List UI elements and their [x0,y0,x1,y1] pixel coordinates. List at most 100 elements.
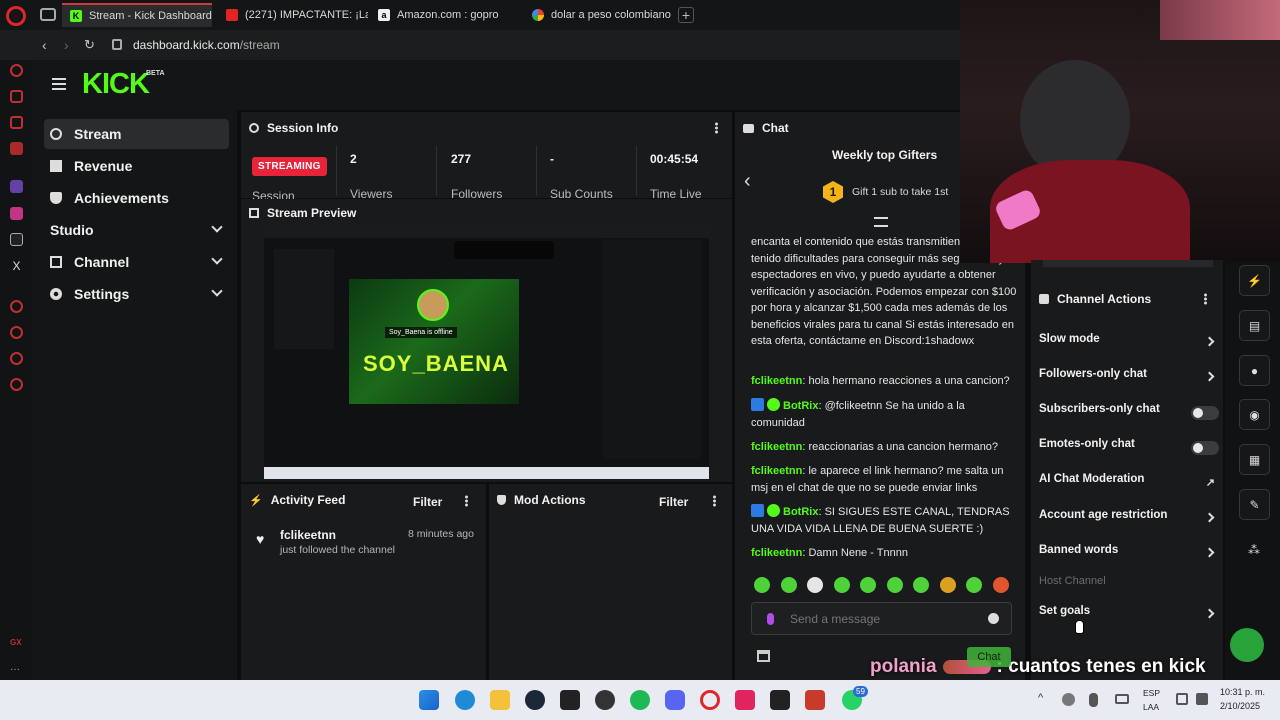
volume-icon[interactable] [1196,693,1208,705]
nav-item-channel[interactable]: Channel [44,247,229,277]
instagram-icon[interactable] [10,207,23,220]
app-icon[interactable] [10,142,23,155]
forward-icon[interactable]: › [64,37,69,53]
obs-icon[interactable] [595,690,615,710]
player-icon[interactable] [10,300,23,313]
quick-action-lightning-icon[interactable]: ⚡ [1239,265,1270,296]
x-icon[interactable]: X [10,260,23,273]
more-options-icon[interactable] [715,122,718,134]
settings-icon[interactable] [10,378,23,391]
extensions-icon[interactable] [10,352,23,365]
emote-icon[interactable] [754,577,770,593]
file-explorer-icon[interactable] [490,690,510,710]
activity-filter-button[interactable]: Filter [413,495,442,509]
aria-icon[interactable] [10,64,23,77]
clock-date[interactable]: 2/10/2025 [1220,701,1260,711]
emote-icon[interactable] [940,577,956,593]
mod-filter-button[interactable]: Filter [659,495,688,509]
emote-icon[interactable] [781,577,797,593]
preview-controls[interactable] [454,241,554,259]
help-bubble-icon[interactable] [1230,628,1264,662]
reload-icon[interactable]: ↻ [84,37,95,53]
chat-username[interactable]: BotRix [783,400,818,412]
new-tab-button[interactable]: + [678,7,694,23]
tray-app-icon[interactable] [1062,693,1075,706]
emoji-picker-icon[interactable] [988,613,999,624]
opera-logo-icon[interactable] [6,6,26,26]
wrench-icon[interactable]: ✎ [1239,489,1270,520]
more-options-icon[interactable] [713,495,716,507]
notes-icon[interactable]: ▤ [1239,310,1270,341]
emotes-only-toggle[interactable] [1191,441,1219,455]
url-field[interactable]: dashboard.kick.com/stream [133,38,280,52]
start-icon[interactable] [419,690,439,710]
more-options-icon[interactable] [465,495,468,507]
discord-icon[interactable] [665,690,685,710]
microphone-icon[interactable] [767,613,774,625]
twitch-icon[interactable] [10,180,23,193]
epic-games-icon[interactable] [560,690,580,710]
chat-username[interactable]: fclikeetnn [751,441,802,453]
emote-icon[interactable] [966,577,982,593]
app-icon[interactable] [805,690,825,710]
app-icon[interactable] [10,90,23,103]
more-options-icon[interactable] [1204,293,1207,305]
nav-item-studio[interactable]: Studio [44,215,229,245]
opera-gx-icon[interactable] [700,690,720,710]
tab-menu-icon[interactable] [40,8,56,21]
microphone-tray-icon[interactable] [1089,693,1098,707]
emote-icon[interactable] [993,577,1009,593]
emote-icon[interactable] [860,577,876,593]
network-icon[interactable] [1176,693,1188,705]
region-code[interactable]: LAA [1143,702,1159,712]
clock-time[interactable]: 10:31 p. m. [1220,687,1265,697]
chat-username[interactable]: fclikeetnn [751,375,802,387]
gx-icon[interactable]: GX [10,638,23,651]
action-ai-moderation[interactable]: AI Chat Moderation ↗ [1039,473,1219,493]
chat-input-box[interactable] [751,602,1012,635]
action-set-goals[interactable]: Set goals [1039,605,1219,625]
layout-icon[interactable]: ▦ [1239,444,1270,475]
gifter-cta[interactable]: Gift 1 sub to take 1st [852,186,948,198]
stream-preview-video[interactable]: Soy_Baena is offline SOY_BAENA [264,229,709,479]
share-icon[interactable]: ⁂ [1248,543,1260,557]
pinned-toggle-icon[interactable] [874,217,888,227]
steam-icon[interactable] [525,690,545,710]
capcut-icon[interactable] [770,690,790,710]
chat-input[interactable] [790,610,980,628]
emote-icon[interactable] [834,577,850,593]
app-icon[interactable] [10,116,23,129]
tray-chevron-icon[interactable]: ^ [1038,692,1043,704]
chat-send-button[interactable]: Chat [967,647,1011,667]
tiktok-live-icon[interactable] [735,690,755,710]
emote-icon[interactable] [887,577,903,593]
action-account-age[interactable]: Account age restriction [1039,509,1219,529]
spotify-icon[interactable] [630,690,650,710]
hamburger-menu-icon[interactable] [52,78,66,90]
language-code[interactable]: ESP [1143,688,1160,698]
emote-icon[interactable] [913,577,929,593]
nav-item-settings[interactable]: Settings [44,279,229,309]
nav-item-revenue[interactable]: Revenue [44,151,229,181]
store-icon[interactable] [757,650,770,662]
tab-google[interactable]: dolar a peso colombiano [524,3,674,27]
nav-item-stream[interactable]: Stream [44,119,229,149]
action-banned-words[interactable]: Banned words [1039,544,1219,564]
tab-youtube[interactable]: (2271) IMPACTANTE: ¡Las [218,3,368,27]
nav-item-achievements[interactable]: Achievements [44,183,229,213]
broadcast-icon[interactable]: ◉ [1239,399,1270,430]
emote-icon[interactable] [807,577,823,593]
tab-kick-dashboard[interactable]: K Stream - Kick Dashboard [62,3,212,27]
keyboard-tray-icon[interactable] [1115,694,1129,704]
subscribers-only-toggle[interactable] [1191,406,1219,420]
back-icon[interactable]: ‹ [42,37,47,53]
kick-logo[interactable]: KICK [82,68,150,101]
edge-icon[interactable] [455,690,475,710]
tab-amazon[interactable]: a Amazon.com : gopro [370,3,520,27]
activity-user[interactable]: fclikeetnn [280,528,336,542]
action-slow-mode[interactable]: Slow mode [1039,333,1219,353]
tiktok-icon[interactable] [10,233,23,246]
chat-bubble-icon[interactable]: ● [1239,355,1270,386]
chat-username[interactable]: BotRix [783,506,818,518]
more-icon[interactable]: ··· [10,664,23,677]
